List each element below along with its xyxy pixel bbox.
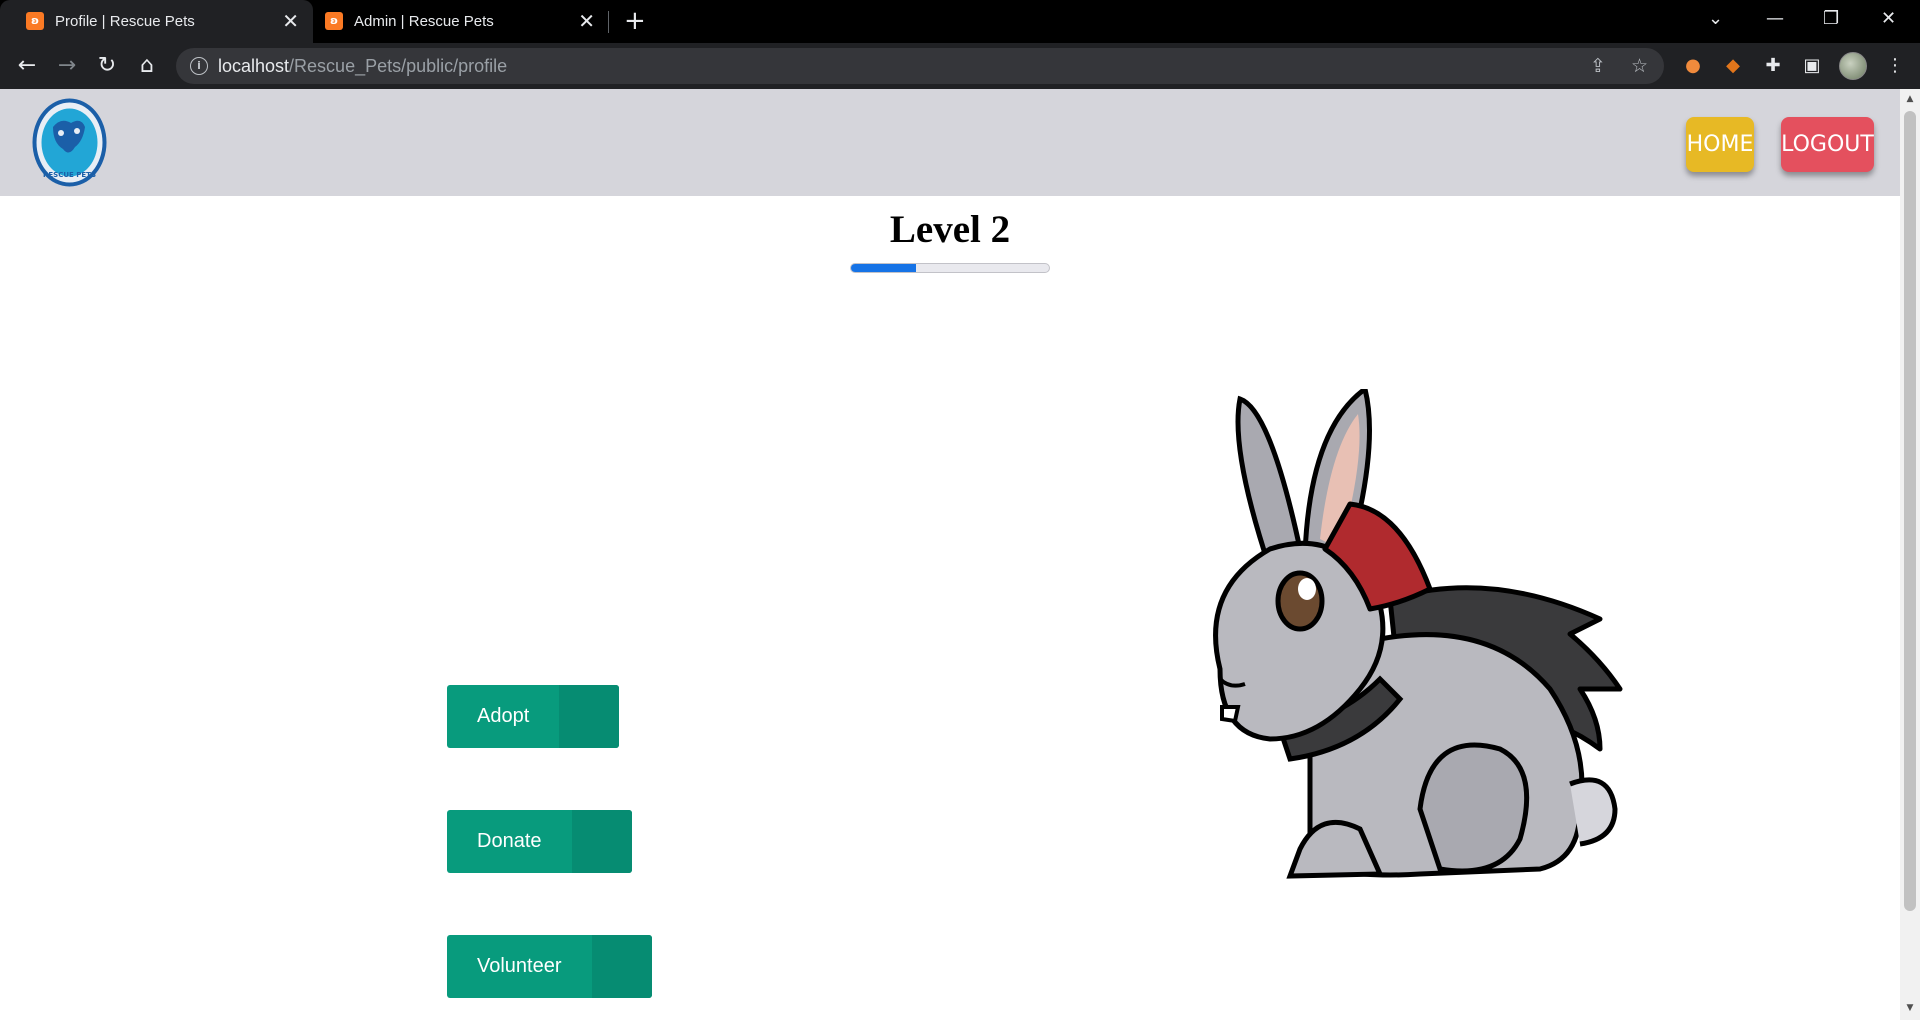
bookmark-star-icon[interactable]: ☆: [1631, 55, 1648, 77]
url-text[interactable]: localhost/Rescue_Pets/public/profile: [218, 56, 507, 76]
scroll-down-icon[interactable]: ▼: [1904, 1002, 1916, 1014]
reload-icon[interactable]: ↻: [93, 52, 121, 80]
back-icon[interactable]: ←: [13, 52, 41, 80]
tab-profile[interactable]: ʚ Profile | Rescue Pets ✕: [0, 0, 313, 43]
adopt-button[interactable]: Adopt: [447, 685, 619, 748]
new-tab-icon[interactable]: +: [624, 7, 646, 35]
window-close-icon[interactable]: ✕: [1881, 6, 1896, 32]
minimize-icon[interactable]: —: [1766, 6, 1784, 32]
xampp-favicon-icon: ʚ: [26, 12, 44, 30]
address-bar[interactable]: i localhost/Rescue_Pets/public/profile ⇪…: [176, 48, 1664, 84]
side-panel-icon[interactable]: ▣: [1799, 53, 1825, 79]
site-header: RESCUE PETS HOME LOGOUT: [0, 89, 1900, 196]
button-shade: [592, 935, 652, 998]
profile-avatar[interactable]: [1839, 52, 1867, 80]
donate-button[interactable]: Donate: [447, 810, 632, 873]
logout-button[interactable]: LOGOUT: [1781, 117, 1874, 172]
close-icon[interactable]: ✕: [282, 10, 299, 32]
volunteer-label: Volunteer: [477, 955, 562, 977]
rescue-pets-logo[interactable]: RESCUE PETS: [31, 97, 108, 188]
browser-toolbar: ← → ↻ ⌂ i localhost/Rescue_Pets/public/p…: [0, 43, 1920, 89]
volunteer-button[interactable]: Volunteer: [447, 935, 652, 998]
level-progress-bar: [850, 263, 1050, 273]
tab-search-icon[interactable]: ⌄: [1708, 6, 1723, 32]
site-info-icon[interactable]: i: [190, 57, 208, 75]
tab-separator: [608, 11, 609, 33]
extensions-puzzle-icon[interactable]: ✚: [1760, 53, 1786, 79]
share-icon[interactable]: ⇪: [1590, 55, 1606, 77]
donate-label: Donate: [477, 830, 542, 852]
scroll-up-icon[interactable]: ▲: [1904, 93, 1916, 105]
close-icon[interactable]: ✕: [578, 10, 595, 32]
forward-icon[interactable]: →: [53, 52, 81, 80]
adopt-label: Adopt: [477, 705, 530, 727]
button-shade: [559, 685, 619, 748]
level-title: Level 2: [889, 208, 1011, 251]
page-viewport: RESCUE PETS HOME LOGOUT Level 2 Adopt Do…: [0, 89, 1920, 1020]
tab-admin[interactable]: ʚ Admin | Rescue Pets ✕: [313, 0, 609, 43]
tab-title: Profile | Rescue Pets: [55, 13, 195, 30]
menu-kebab-icon[interactable]: ⋮: [1882, 53, 1908, 79]
level-progress-fill: [851, 264, 917, 272]
extension-icon[interactable]: ●: [1680, 53, 1706, 79]
page-scrollbar[interactable]: ▲ ▼: [1900, 89, 1920, 1020]
metamask-fox-icon[interactable]: ◆: [1720, 53, 1746, 79]
scrollbar-thumb[interactable]: [1904, 111, 1916, 911]
restore-icon[interactable]: ❐: [1823, 6, 1839, 32]
home-button[interactable]: HOME: [1686, 117, 1754, 172]
button-shade: [572, 810, 632, 873]
xampp-favicon-icon: ʚ: [325, 12, 343, 30]
browser-tab-strip: ʚ Profile | Rescue Pets ✕ ʚ Admin | Resc…: [0, 0, 1920, 43]
tab-title: Admin | Rescue Pets: [354, 13, 494, 30]
pet-bunny-illustration: [1213, 389, 1623, 879]
svg-text:RESCUE PETS: RESCUE PETS: [43, 171, 96, 179]
home-icon[interactable]: ⌂: [133, 52, 161, 80]
